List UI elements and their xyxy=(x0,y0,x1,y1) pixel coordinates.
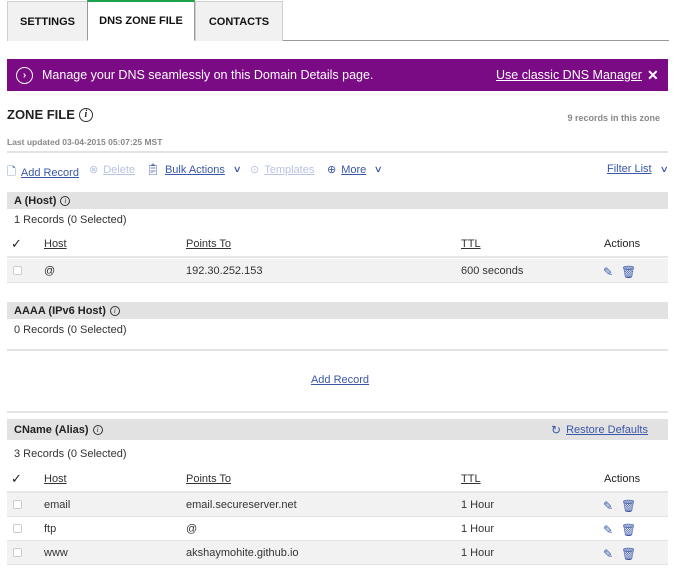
edit-icon[interactable]: ✎ xyxy=(603,265,613,279)
tab-label: DNS ZONE FILE xyxy=(99,15,183,27)
info-banner: › Manage your DNS seamlessly on this Dom… xyxy=(7,59,668,91)
add-record-link[interactable]: Add Record xyxy=(0,374,680,386)
bulk-actions-label: Bulk Actions xyxy=(164,163,225,176)
toolbar: 🗋 Add Record ⊗ Delete 📋︎ Bulk Actions ∨ … xyxy=(7,163,669,182)
edit-icon[interactable]: ✎ xyxy=(603,523,613,537)
chevron-down-icon: ∨ xyxy=(659,163,669,174)
last-updated: Last updated 03-04-2015 05:07:25 MST xyxy=(7,137,163,147)
filter-list-label: Filter List xyxy=(607,163,652,175)
edit-icon[interactable]: ✎ xyxy=(603,547,613,561)
cell-points-to: akshaymohite.github.io xyxy=(186,547,299,559)
divider xyxy=(7,411,668,413)
column-ttl[interactable]: TTL xyxy=(461,238,481,250)
clipboard-icon: 📋︎ xyxy=(146,164,160,176)
bulk-actions-button[interactable]: 📋︎ Bulk Actions ∨ xyxy=(146,163,242,177)
cell-points-to: @ xyxy=(186,523,198,535)
banner-message: Manage your DNS seamlessly on this Domai… xyxy=(42,68,374,82)
cell-ttl: 600 seconds xyxy=(461,265,524,277)
tab-dns-zone-file[interactable]: DNS ZONE FILE xyxy=(87,0,195,41)
add-file-icon: 🗋 xyxy=(7,166,16,178)
trash-icon[interactable]: 🗑︎ xyxy=(621,523,636,537)
check-icon[interactable]: ✓ xyxy=(11,236,22,252)
records-count: 3 Records (0 Selected) xyxy=(14,448,127,460)
cell-host: www xyxy=(44,547,68,559)
section-header-aaaa: AAAA (IPv6 Host) i xyxy=(7,302,668,319)
cell-ttl: 1 Hour xyxy=(461,523,495,535)
templates-button[interactable]: ⊙ Templates xyxy=(250,163,315,177)
section-header-cname: CName (Alias) i ↻ Restore Defaults xyxy=(7,419,668,440)
cell-host: @ xyxy=(44,265,56,277)
trash-icon[interactable]: 🗑︎ xyxy=(621,499,636,513)
edit-icon[interactable]: ✎ xyxy=(603,499,613,513)
section-title: CName (Alias) xyxy=(14,423,89,436)
restore-defaults-button[interactable]: ↻ Restore Defaults xyxy=(551,423,648,437)
records-count: 0 Records (0 Selected) xyxy=(14,324,127,336)
records-count: 1 Records (0 Selected) xyxy=(14,214,127,226)
chevron-circle-icon: ⊙ xyxy=(250,164,260,176)
chevron-down-icon: ∨ xyxy=(373,164,384,174)
column-actions: Actions xyxy=(604,473,641,485)
tab-label: CONTACTS xyxy=(208,15,270,28)
table-header: ✓ Host Points To TTL Actions xyxy=(7,469,668,493)
column-points-to[interactable]: Points To xyxy=(186,238,231,250)
info-icon[interactable]: i xyxy=(78,107,93,122)
tab-settings[interactable]: SETTINGS xyxy=(7,1,88,41)
add-record-button[interactable]: 🗋 Add Record xyxy=(7,163,79,182)
delete-circle-icon: ⊗ xyxy=(89,164,99,176)
row-checkbox[interactable] xyxy=(13,266,22,275)
info-icon[interactable]: i xyxy=(92,424,103,435)
info-icon[interactable]: i xyxy=(60,195,71,206)
tab-contacts[interactable]: CONTACTS xyxy=(195,1,283,41)
chevron-down-icon: ∨ xyxy=(232,164,242,174)
column-ttl[interactable]: TTL xyxy=(461,473,481,485)
divider xyxy=(7,349,668,351)
table-header: ✓ Host Points To TTL Actions xyxy=(7,234,668,258)
row-checkbox[interactable] xyxy=(13,500,22,509)
table-row: email email.secureserver.net 1 Hour ✎ 🗑︎ xyxy=(7,493,668,517)
section-title: A (Host) xyxy=(14,194,57,207)
divider xyxy=(7,151,668,153)
column-actions: Actions xyxy=(604,238,641,250)
record-count: 9 records in this zone xyxy=(567,113,660,123)
zone-title-text: ZONE FILE xyxy=(7,107,75,122)
cell-host: email xyxy=(44,499,71,511)
trash-icon[interactable]: 🗑︎ xyxy=(621,547,636,561)
add-record-label: Add Record xyxy=(20,166,79,179)
classic-dns-manager-link[interactable]: Use classic DNS Manager xyxy=(496,68,642,82)
column-host[interactable]: Host xyxy=(44,238,67,250)
delete-label: Delete xyxy=(103,163,136,176)
row-checkbox[interactable] xyxy=(13,524,22,533)
chevron-circle-right-icon: › xyxy=(16,66,33,84)
section-title: AAAA (IPv6 Host) xyxy=(14,304,106,317)
templates-label: Templates xyxy=(264,163,315,176)
delete-button[interactable]: ⊗ Delete xyxy=(89,163,136,177)
table-row: ftp @ 1 Hour ✎ 🗑︎ xyxy=(7,517,668,541)
tab-bar: SETTINGS DNS ZONE FILE CONTACTS xyxy=(7,0,669,41)
table-row: www akshaymohite.github.io 1 Hour ✎ 🗑︎ xyxy=(7,541,668,565)
cell-points-to: 192.30.252.153 xyxy=(186,265,263,277)
plus-circle-icon: ⊕ xyxy=(327,164,337,176)
table-row: @ 192.30.252.153 600 seconds ✎ 🗑︎ xyxy=(7,259,668,283)
more-button[interactable]: ⊕ More ∨ xyxy=(327,163,384,177)
close-icon[interactable]: ✕ xyxy=(647,67,659,84)
column-host[interactable]: Host xyxy=(44,473,67,485)
tab-label: SETTINGS xyxy=(19,15,75,28)
cell-host: ftp xyxy=(44,523,57,535)
restore-defaults-label: Restore Defaults xyxy=(566,423,648,436)
check-icon[interactable]: ✓ xyxy=(11,471,22,487)
filter-list-button[interactable]: Filter List ∨ xyxy=(607,163,669,175)
cell-ttl: 1 Hour xyxy=(461,499,495,511)
cell-ttl: 1 Hour xyxy=(461,547,495,559)
more-label: More xyxy=(341,163,367,176)
section-header-a: A (Host) i xyxy=(7,192,668,209)
row-checkbox[interactable] xyxy=(13,548,22,557)
info-icon[interactable]: i xyxy=(109,305,120,316)
page-title: ZONE FILE i xyxy=(7,107,93,122)
trash-icon[interactable]: 🗑︎ xyxy=(621,265,636,279)
column-points-to[interactable]: Points To xyxy=(186,473,231,485)
cell-points-to: email.secureserver.net xyxy=(186,499,297,511)
refresh-icon: ↻ xyxy=(551,422,562,437)
